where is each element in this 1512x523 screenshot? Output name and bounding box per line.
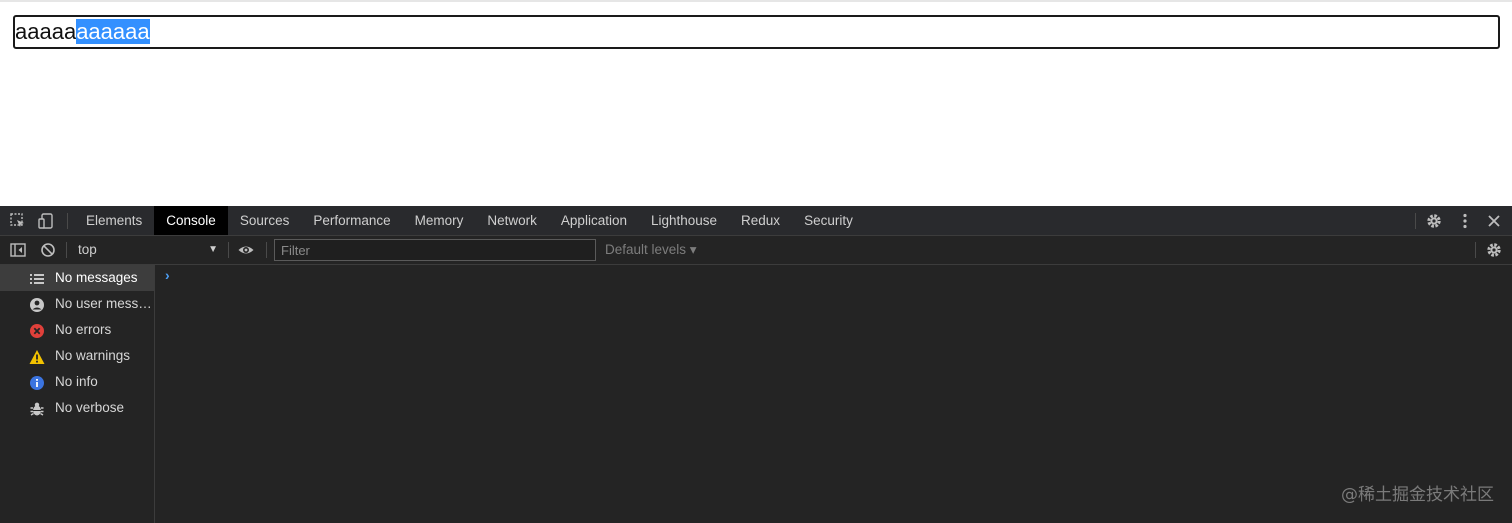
show-sidebar-icon[interactable] bbox=[9, 241, 27, 259]
tab-lighthouse[interactable]: Lighthouse bbox=[639, 206, 729, 235]
tab-performance[interactable]: Performance bbox=[301, 206, 402, 235]
console-settings-gear-icon[interactable] bbox=[1485, 241, 1503, 259]
sidebar-item-verbose[interactable]: No verbose bbox=[0, 395, 154, 421]
watermark: @稀土掘金技术社区 bbox=[1341, 485, 1494, 505]
sidebar-item-info[interactable]: No info bbox=[0, 369, 154, 395]
tab-memory[interactable]: Memory bbox=[403, 206, 476, 235]
sidebar-item-warnings[interactable]: No warnings bbox=[0, 343, 154, 369]
sidebar-item-user-messages[interactable]: No user messa... bbox=[0, 291, 154, 317]
tab-application[interactable]: Application bbox=[549, 206, 639, 235]
sidebar-item-label: No info bbox=[55, 374, 98, 389]
close-devtools-icon[interactable] bbox=[1485, 212, 1503, 230]
sidebar-item-label: No user messa... bbox=[55, 296, 154, 311]
toolbar-separator bbox=[266, 242, 267, 258]
devtools-panel: Elements Console Sources Performance Mem… bbox=[0, 206, 1512, 523]
sidebar-item-label: No messages bbox=[55, 270, 138, 285]
console-sidebar: No messages No user messa... No errors N… bbox=[0, 265, 155, 523]
device-toolbar-icon[interactable] bbox=[37, 212, 55, 230]
input-text-selection: aaaaaa bbox=[76, 19, 150, 44]
toolbar-separator bbox=[67, 213, 68, 229]
page-top-border bbox=[0, 0, 1512, 2]
tab-console[interactable]: Console bbox=[154, 206, 228, 235]
tab-network[interactable]: Network bbox=[475, 206, 549, 235]
tab-elements[interactable]: Elements bbox=[74, 206, 154, 235]
filter-input[interactable] bbox=[274, 239, 596, 261]
sidebar-item-label: No verbose bbox=[55, 400, 125, 415]
input-text-unselected: aaaaa bbox=[15, 19, 77, 44]
list-icon bbox=[29, 270, 45, 286]
info-icon bbox=[29, 374, 45, 390]
toolbar-separator bbox=[1415, 213, 1416, 229]
sidebar-item-label: No warnings bbox=[55, 348, 131, 363]
user-icon bbox=[29, 296, 45, 312]
context-selector-value: top bbox=[78, 242, 97, 257]
sidebar-item-errors[interactable]: No errors bbox=[0, 317, 154, 343]
sidebar-item-label: No errors bbox=[55, 322, 112, 337]
log-levels-dropdown[interactable]: Default levels ▾ bbox=[605, 240, 697, 260]
text-input-value: aaaaaaaaaaa bbox=[15, 17, 150, 47]
dropdown-arrow-icon: ▼ bbox=[208, 244, 218, 255]
sidebar-item-messages[interactable]: No messages bbox=[0, 265, 154, 291]
tab-redux[interactable]: Redux bbox=[729, 206, 792, 235]
devtools-tabs: Elements Console Sources Performance Mem… bbox=[74, 206, 865, 235]
context-selector[interactable]: top ▼ bbox=[72, 240, 222, 260]
more-options-icon[interactable] bbox=[1456, 212, 1474, 230]
console-prompt-caret: › bbox=[165, 267, 170, 283]
settings-gear-icon[interactable] bbox=[1425, 212, 1443, 230]
inspect-element-icon[interactable] bbox=[9, 212, 27, 230]
warning-icon bbox=[29, 348, 45, 364]
error-icon bbox=[29, 322, 45, 338]
live-expression-eye-icon[interactable] bbox=[237, 241, 255, 259]
clear-console-icon[interactable] bbox=[39, 241, 57, 259]
console-output[interactable]: › bbox=[156, 265, 1512, 523]
bug-icon bbox=[29, 400, 45, 416]
console-toolbar: top ▼ Default levels ▾ bbox=[0, 236, 1512, 265]
tab-sources[interactable]: Sources bbox=[228, 206, 302, 235]
devtools-tab-bar: Elements Console Sources Performance Mem… bbox=[0, 206, 1512, 236]
toolbar-separator bbox=[228, 242, 229, 258]
tab-security[interactable]: Security bbox=[792, 206, 865, 235]
text-input[interactable]: aaaaaaaaaaa bbox=[13, 15, 1500, 49]
toolbar-separator bbox=[1475, 242, 1476, 258]
toolbar-separator bbox=[66, 242, 67, 258]
